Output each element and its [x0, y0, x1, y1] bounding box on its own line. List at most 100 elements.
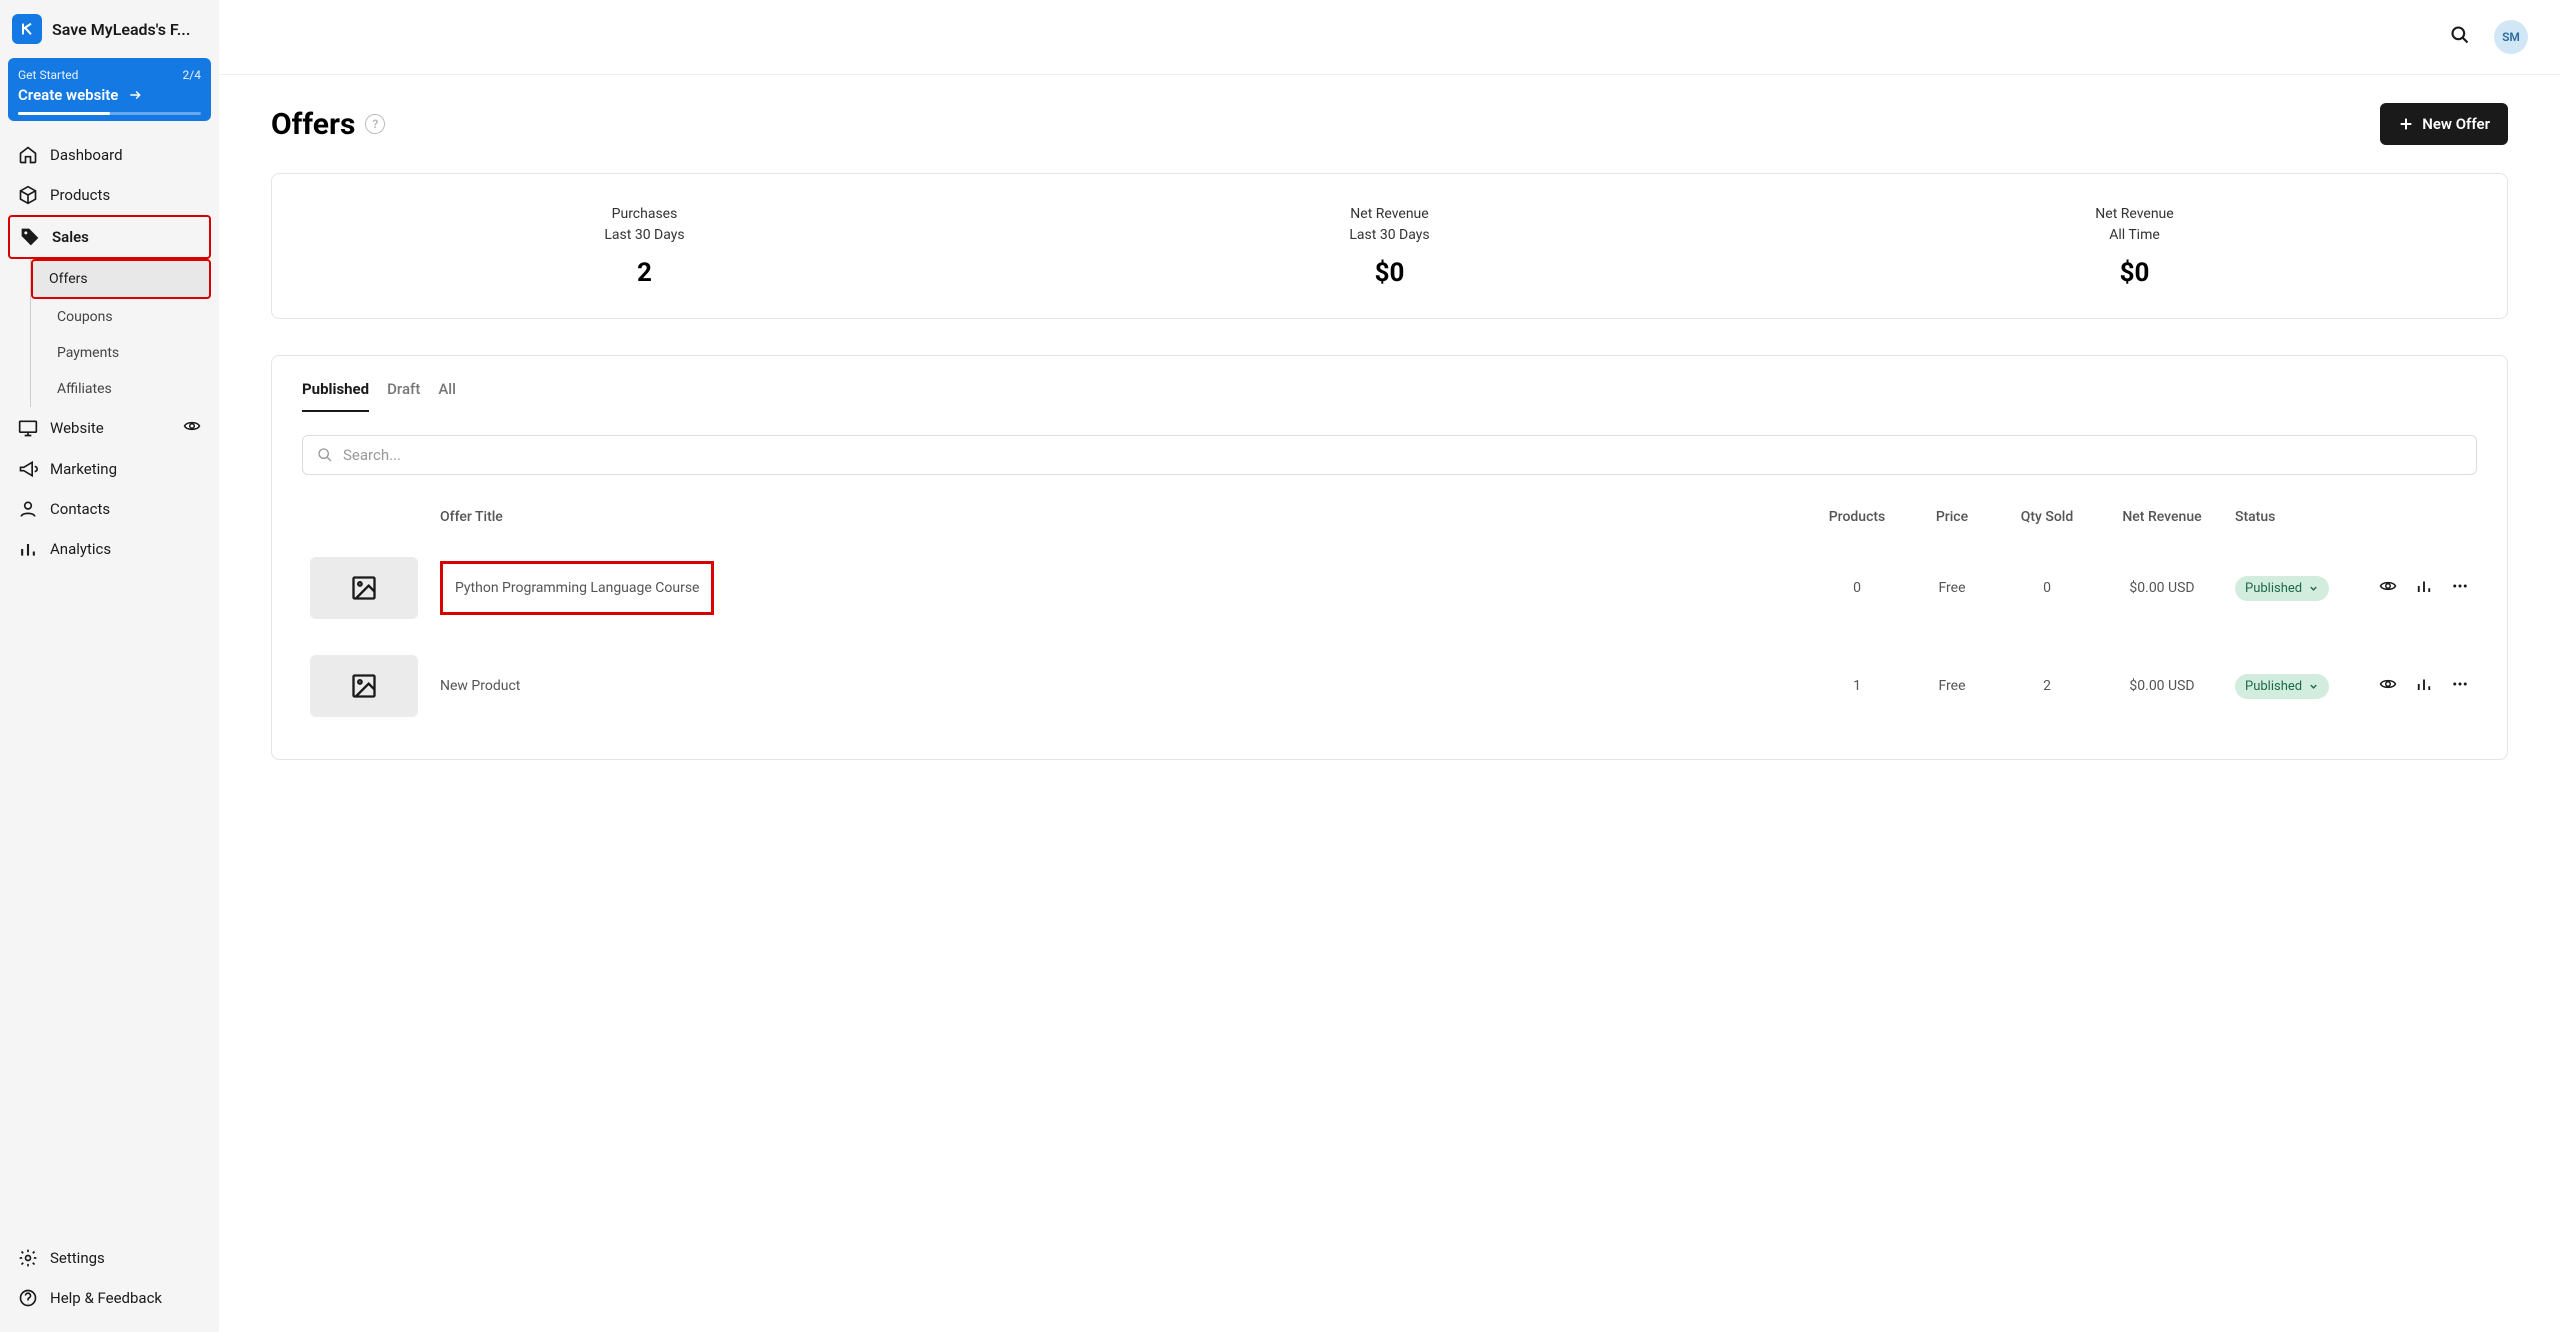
- table-row[interactable]: Python Programming Language Course 0 Fre…: [302, 539, 2477, 637]
- th-qty[interactable]: Qty Sold: [1997, 495, 2097, 539]
- more-icon[interactable]: [2451, 577, 2469, 599]
- user-icon: [18, 499, 38, 519]
- offer-title[interactable]: New Product: [440, 678, 520, 694]
- new-offer-button[interactable]: New Offer: [2380, 103, 2508, 145]
- plus-icon: [2398, 116, 2414, 132]
- image-icon: [350, 574, 378, 602]
- get-started-card[interactable]: Get Started 2/4 Create website: [8, 58, 211, 121]
- sidebar: Save MyLeads's F... Get Started 2/4 Crea…: [0, 0, 219, 1332]
- sidebar-item-label: Products: [50, 186, 110, 204]
- status-badge[interactable]: Published: [2235, 576, 2329, 601]
- tab-published[interactable]: Published: [302, 380, 369, 412]
- preview-icon[interactable]: [2379, 577, 2397, 599]
- th-net[interactable]: Net Revenue: [2097, 495, 2227, 539]
- sidebar-item-contacts[interactable]: Contacts: [8, 489, 211, 529]
- app-logo[interactable]: [12, 14, 42, 44]
- bar-chart-icon: [18, 539, 38, 559]
- search-box[interactable]: [302, 435, 2477, 475]
- stat-label-2: Last 30 Days: [272, 225, 1017, 246]
- tab-draft[interactable]: Draft: [387, 380, 420, 412]
- status-badge[interactable]: Published: [2235, 674, 2329, 699]
- sidebar-item-marketing[interactable]: Marketing: [8, 449, 211, 489]
- th-title[interactable]: Offer Title: [432, 495, 1807, 539]
- sales-subnav: Offers Coupons Payments Affiliates: [30, 259, 211, 407]
- cell-products: 0: [1807, 539, 1907, 637]
- table-row[interactable]: New Product 1 Free 2 $0.00 USD Published: [302, 637, 2477, 735]
- stat-label-2: All Time: [1762, 225, 2507, 246]
- sidebar-item-label: Settings: [50, 1249, 105, 1267]
- stat-purchases: Purchases Last 30 Days 2: [272, 204, 1017, 288]
- stat-label-1: Purchases: [272, 204, 1017, 225]
- stat-netrev30: Net Revenue Last 30 Days $0: [1017, 204, 1762, 288]
- get-started-progress: 2/4: [183, 68, 201, 82]
- sidebar-item-dashboard[interactable]: Dashboard: [8, 135, 211, 175]
- stat-netrevall: Net Revenue All Time $0: [1762, 204, 2507, 288]
- status-label: Published: [2245, 679, 2302, 694]
- stat-label-1: Net Revenue: [1762, 204, 2507, 225]
- stat-label-1: Net Revenue: [1017, 204, 1762, 225]
- th-status[interactable]: Status: [2227, 495, 2357, 539]
- sidebar-item-label: Website: [50, 419, 104, 437]
- search-icon[interactable]: [2450, 25, 2470, 49]
- get-started-label: Get Started: [18, 68, 78, 82]
- subnav-coupons[interactable]: Coupons: [41, 299, 211, 335]
- get-started-cta: Create website: [18, 86, 118, 104]
- preview-icon[interactable]: [2379, 675, 2397, 697]
- th-products[interactable]: Products: [1807, 495, 1907, 539]
- offer-thumbnail: [310, 557, 418, 619]
- sidebar-item-label: Help & Feedback: [50, 1289, 162, 1307]
- stat-value: 2: [272, 258, 1017, 288]
- sidebar-item-analytics[interactable]: Analytics: [8, 529, 211, 569]
- stats-icon[interactable]: [2415, 675, 2433, 697]
- stats-icon[interactable]: [2415, 577, 2433, 599]
- sidebar-item-settings[interactable]: Settings: [8, 1238, 211, 1278]
- subnav-payments[interactable]: Payments: [41, 335, 211, 371]
- help-icon: [18, 1288, 38, 1308]
- more-icon[interactable]: [2451, 675, 2469, 697]
- cell-price: Free: [1907, 637, 1997, 735]
- offers-table: Offer Title Products Price Qty Sold Net …: [302, 495, 2477, 735]
- sidebar-item-help[interactable]: Help & Feedback: [8, 1278, 211, 1318]
- chevron-down-icon: [2308, 681, 2319, 692]
- sidebar-item-label: Contacts: [50, 500, 110, 518]
- cell-price: Free: [1907, 539, 1997, 637]
- page-title: Offers: [271, 107, 355, 142]
- cell-net: $0.00 USD: [2097, 539, 2227, 637]
- stats-card: Purchases Last 30 Days 2 Net Revenue Las…: [271, 173, 2508, 319]
- content: Offers ? New Offer Purchases Last 30 Day…: [219, 75, 2560, 788]
- tag-icon: [20, 227, 40, 247]
- sidebar-item-label: Sales: [52, 228, 89, 246]
- home-icon: [18, 145, 38, 165]
- help-circle-icon[interactable]: ?: [365, 114, 385, 134]
- offer-title[interactable]: Python Programming Language Course: [440, 561, 714, 615]
- tab-all[interactable]: All: [438, 380, 456, 412]
- main: SM Offers ? New Offer Purchases Last 30 …: [219, 0, 2560, 1332]
- cell-qty: 0: [1997, 539, 2097, 637]
- stat-label-2: Last 30 Days: [1017, 225, 1762, 246]
- topbar: SM: [219, 0, 2560, 75]
- new-offer-label: New Offer: [2422, 115, 2490, 133]
- cube-icon: [18, 185, 38, 205]
- sidebar-item-sales[interactable]: Sales: [8, 215, 211, 259]
- sidebar-item-website[interactable]: Website: [8, 407, 211, 449]
- avatar[interactable]: SM: [2494, 20, 2528, 54]
- cell-net: $0.00 USD: [2097, 637, 2227, 735]
- search-input[interactable]: [343, 446, 2462, 464]
- page-header: Offers ? New Offer: [271, 103, 2508, 145]
- tabs: Published Draft All: [302, 380, 2477, 413]
- th-price[interactable]: Price: [1907, 495, 1997, 539]
- progress-bar: [18, 112, 201, 115]
- sidebar-item-products[interactable]: Products: [8, 175, 211, 215]
- stat-value: $0: [1017, 258, 1762, 288]
- eye-icon[interactable]: [183, 417, 201, 439]
- monitor-icon: [18, 418, 38, 438]
- offers-card: Published Draft All Offer Title Products…: [271, 355, 2508, 760]
- offer-thumbnail: [310, 655, 418, 717]
- arrow-right-icon: [126, 88, 144, 102]
- subnav-affiliates[interactable]: Affiliates: [41, 371, 211, 407]
- logo-icon: [19, 21, 35, 37]
- subnav-offers[interactable]: Offers: [31, 259, 211, 299]
- site-title[interactable]: Save MyLeads's F...: [52, 20, 190, 39]
- gear-icon: [18, 1248, 38, 1268]
- sidebar-item-label: Marketing: [50, 460, 117, 478]
